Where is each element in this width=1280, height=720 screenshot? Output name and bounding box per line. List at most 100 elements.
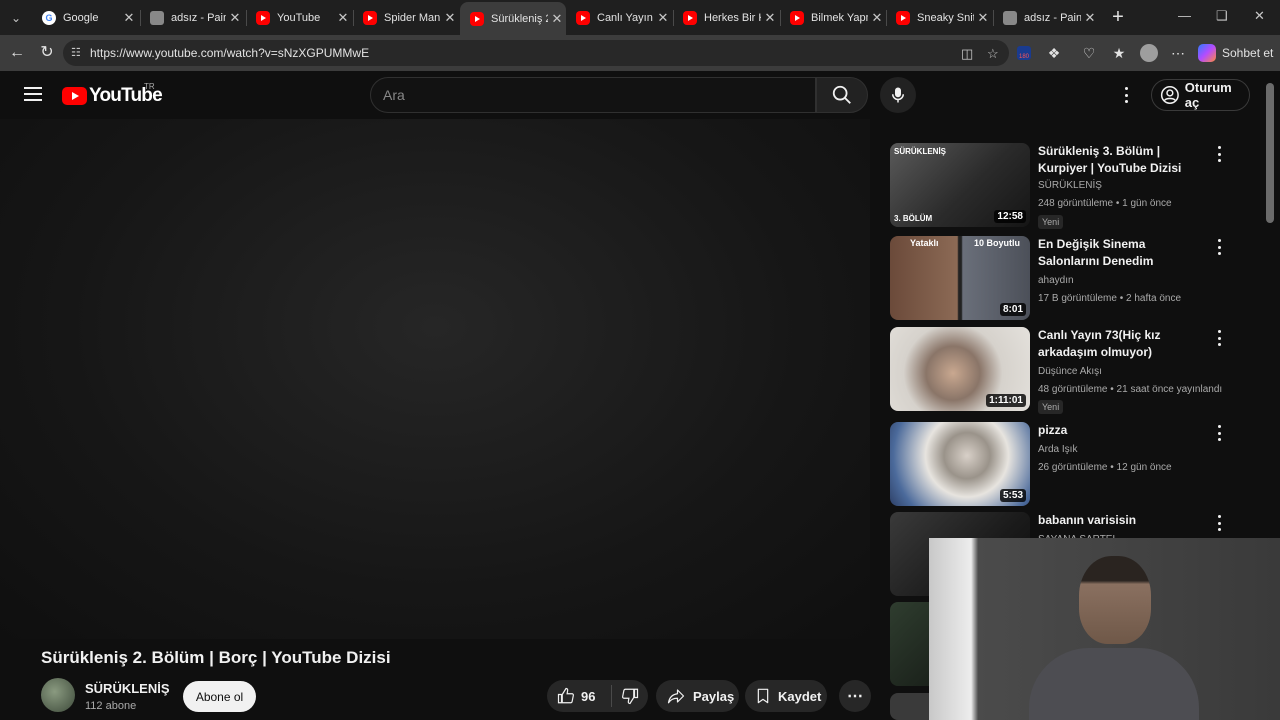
tab-bilmek[interactable]: Bilmek Yapma ✕	[780, 4, 886, 32]
close-tab-icon[interactable]: ✕	[761, 10, 779, 26]
close-tab-icon[interactable]: ✕	[868, 10, 886, 26]
extension-badge-icon[interactable]: 180	[1014, 43, 1034, 63]
thumbs-up-icon	[557, 687, 574, 704]
channel-avatar[interactable]	[41, 678, 75, 712]
recommendation-channel[interactable]: Arda Işık	[1038, 444, 1077, 455]
video-thumbnail[interactable]: 5:53	[890, 422, 1030, 506]
recommendation-menu-icon[interactable]	[1216, 330, 1222, 346]
video-thumbnail[interactable]: Yataklı 10 Boyutlu 8:01	[890, 236, 1030, 320]
recommendation-item[interactable]: Yataklı 10 Boyutlu 8:01 En Değişik Sinem…	[890, 236, 1240, 321]
dislike-button[interactable]	[612, 687, 648, 705]
close-tab-icon[interactable]: ✕	[548, 11, 566, 27]
site-info-icon[interactable]: ☷	[71, 46, 83, 60]
search-button[interactable]	[816, 77, 868, 113]
url-text[interactable]: https://www.youtube.com/watch?v=sNzXGPUM…	[90, 46, 369, 60]
video-thumbnail[interactable]: 1:11:01	[890, 327, 1030, 411]
copilot-icon	[1198, 44, 1216, 62]
sign-in-button[interactable]: Oturum aç	[1151, 79, 1250, 111]
tab-canli-yayin[interactable]: Canlı Yayın 73 ✕	[566, 4, 672, 32]
duration-badge: 12:58	[994, 210, 1026, 223]
browser-toolbar: ← ↻ ☷ https://www.youtube.com/watch?v=sN…	[0, 35, 1280, 71]
recommendation-item[interactable]: 1:11:01 Canlı Yayın 73(Hiç kız arkadaşım…	[890, 327, 1240, 414]
minimize-icon[interactable]: —	[1178, 8, 1191, 23]
settings-menu-icon[interactable]	[1116, 84, 1136, 106]
voice-search-button[interactable]	[880, 77, 916, 113]
favorites-icon[interactable]: ★	[1109, 43, 1129, 63]
recommendation-item[interactable]: SÜRÜKLENİŞ 3. BÖLÜM 12:58 Sürükleniş 3. …	[890, 143, 1240, 229]
youtube-icon	[896, 11, 910, 25]
youtube-icon	[576, 11, 590, 25]
reload-icon[interactable]: ↻	[37, 43, 57, 63]
recommendation-menu-icon[interactable]	[1216, 239, 1222, 255]
tab-surukleniş-active[interactable]: Sürükleniş 2. ✕	[460, 2, 566, 35]
recommendation-item[interactable]: 5:53 pizza Arda Işık 26 görüntüleme • 12…	[890, 422, 1240, 507]
recommendation-channel[interactable]: Düşünce Akışı	[1038, 366, 1102, 377]
extensions-puzzle-icon[interactable]: ❖	[1044, 43, 1064, 63]
recommendation-title[interactable]: pizza	[1038, 422, 1206, 439]
search-icon	[832, 85, 851, 104]
profile-icon[interactable]	[1139, 43, 1159, 63]
share-button[interactable]: Paylaş	[656, 680, 739, 712]
recommendation-meta: 26 görüntüleme • 12 gün önce	[1038, 462, 1172, 473]
recommendation-menu-icon[interactable]	[1216, 146, 1222, 162]
webcam-person-image	[1029, 548, 1199, 720]
webcam-overlay	[929, 538, 1280, 720]
favorite-star-icon[interactable]: ☆	[987, 46, 999, 62]
close-window-icon[interactable]: ✕	[1254, 8, 1265, 24]
address-bar[interactable]: ☷ https://www.youtube.com/watch?v=sNzXGP…	[63, 40, 1009, 66]
youtube-icon	[683, 11, 697, 25]
tab-spider-man[interactable]: Spider Man 3 ✕	[353, 4, 459, 32]
tab-herkes[interactable]: Herkes Bir Ki ✕	[673, 4, 779, 32]
maximize-icon[interactable]: ❑	[1216, 8, 1228, 24]
browser-menu-icon[interactable]: ⋯	[1168, 43, 1188, 63]
search-box[interactable]	[370, 77, 816, 113]
app-install-icon[interactable]: ◫	[961, 46, 973, 62]
recommendation-title[interactable]: babanın varisisin	[1038, 512, 1206, 529]
share-icon	[667, 689, 685, 704]
duration-badge: 5:53	[999, 489, 1026, 502]
guide-menu-icon[interactable]	[24, 87, 42, 101]
recommendation-menu-icon[interactable]	[1216, 515, 1222, 531]
browser-essentials-icon[interactable]: ♡	[1079, 43, 1099, 63]
google-icon: G	[42, 11, 56, 25]
recommendation-title[interactable]: Canlı Yayın 73(Hiç kız arkadaşım olmuyor…	[1038, 327, 1206, 361]
recommendation-meta: 48 görüntüleme • 21 saat önce yayınlandı	[1038, 384, 1223, 395]
page-scrollbar[interactable]	[1266, 83, 1274, 223]
search-input[interactable]	[371, 78, 815, 112]
subscribe-button[interactable]: Abone ol	[183, 681, 256, 712]
bookmark-icon	[757, 688, 769, 704]
duration-badge: 8:01	[999, 303, 1026, 316]
new-tab-button[interactable]: +	[1107, 7, 1129, 29]
paint-icon	[150, 11, 164, 25]
more-actions-icon[interactable]: ⋯	[839, 680, 871, 712]
close-tab-icon[interactable]: ✕	[974, 10, 992, 26]
save-button[interactable]: Kaydet	[745, 680, 827, 712]
close-tab-icon[interactable]: ✕	[334, 10, 352, 26]
recommendation-menu-icon[interactable]	[1216, 425, 1222, 441]
tab-youtube[interactable]: YouTube ✕	[246, 4, 352, 32]
tab-sneaky[interactable]: Sneaky Snitch ✕	[886, 4, 992, 32]
recommendation-channel[interactable]: SÜRÜKLENİŞ	[1038, 180, 1102, 191]
back-icon[interactable]: ←	[7, 43, 27, 63]
video-player[interactable]	[0, 119, 870, 639]
new-badge: Yeni	[1038, 215, 1064, 229]
close-tab-icon[interactable]: ✕	[120, 10, 138, 26]
close-tab-icon[interactable]: ✕	[1081, 10, 1099, 26]
recommendation-channel[interactable]: ahaydın	[1038, 275, 1074, 286]
recommendation-title[interactable]: En Değişik Sinema Salonlarını Denedim	[1038, 236, 1206, 270]
duration-badge: 1:11:01	[986, 394, 1026, 407]
like-button[interactable]: 96	[547, 687, 611, 705]
tab-google[interactable]: G Google ✕	[32, 4, 138, 32]
close-tab-icon[interactable]: ✕	[654, 10, 672, 26]
tab-search-icon[interactable]: ⌄	[6, 8, 26, 28]
tab-paint-2[interactable]: adsız - Paint ✕	[993, 4, 1099, 32]
copilot-button[interactable]: Sohbet et	[1198, 41, 1273, 65]
recommendation-title[interactable]: Sürükleniş 3. Bölüm | Kurpiyer | YouTube…	[1038, 143, 1206, 177]
recommendation-meta: 248 görüntüleme • 1 gün önce	[1038, 198, 1172, 209]
channel-name[interactable]: SÜRÜKLENİŞ	[85, 681, 170, 696]
video-thumbnail[interactable]: SÜRÜKLENİŞ 3. BÖLÜM 12:58	[890, 143, 1030, 227]
close-tab-icon[interactable]: ✕	[226, 10, 244, 26]
close-tab-icon[interactable]: ✕	[441, 10, 459, 26]
tab-paint-1[interactable]: adsız - Paint ✕	[140, 4, 244, 32]
youtube-logo[interactable]: YouTube TR	[62, 82, 163, 107]
